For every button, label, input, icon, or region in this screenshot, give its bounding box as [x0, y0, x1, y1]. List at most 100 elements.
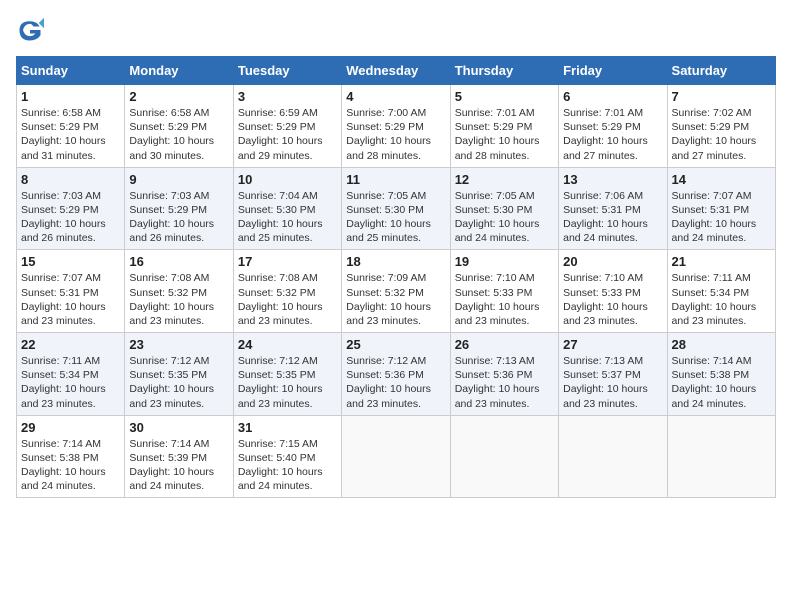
- day-info: Sunrise: 7:13 AMSunset: 5:37 PMDaylight:…: [563, 355, 648, 410]
- week-row-2: 8 Sunrise: 7:03 AMSunset: 5:29 PMDayligh…: [17, 167, 776, 250]
- calendar-cell: 27 Sunrise: 7:13 AMSunset: 5:37 PMDaylig…: [559, 333, 667, 416]
- calendar-cell: 3 Sunrise: 6:59 AMSunset: 5:29 PMDayligh…: [233, 85, 341, 168]
- day-number: 22: [21, 337, 120, 352]
- logo-icon: [16, 16, 44, 44]
- day-number: 21: [672, 254, 771, 269]
- day-number: 12: [455, 172, 554, 187]
- calendar-header: SundayMondayTuesdayWednesdayThursdayFrid…: [17, 57, 776, 85]
- day-info: Sunrise: 7:14 AMSunset: 5:38 PMDaylight:…: [672, 355, 757, 410]
- week-row-4: 22 Sunrise: 7:11 AMSunset: 5:34 PMDaylig…: [17, 333, 776, 416]
- header-thursday: Thursday: [450, 57, 558, 85]
- calendar-cell: 22 Sunrise: 7:11 AMSunset: 5:34 PMDaylig…: [17, 333, 125, 416]
- day-info: Sunrise: 7:05 AMSunset: 5:30 PMDaylight:…: [346, 190, 431, 245]
- day-info: Sunrise: 6:58 AMSunset: 5:29 PMDaylight:…: [129, 107, 214, 162]
- day-number: 14: [672, 172, 771, 187]
- header-wednesday: Wednesday: [342, 57, 450, 85]
- calendar-cell: 18 Sunrise: 7:09 AMSunset: 5:32 PMDaylig…: [342, 250, 450, 333]
- calendar-cell: 11 Sunrise: 7:05 AMSunset: 5:30 PMDaylig…: [342, 167, 450, 250]
- calendar-cell: 30 Sunrise: 7:14 AMSunset: 5:39 PMDaylig…: [125, 415, 233, 498]
- day-info: Sunrise: 7:10 AMSunset: 5:33 PMDaylight:…: [455, 272, 540, 327]
- day-info: Sunrise: 7:06 AMSunset: 5:31 PMDaylight:…: [563, 190, 648, 245]
- day-number: 29: [21, 420, 120, 435]
- calendar-cell: 15 Sunrise: 7:07 AMSunset: 5:31 PMDaylig…: [17, 250, 125, 333]
- calendar-cell: 20 Sunrise: 7:10 AMSunset: 5:33 PMDaylig…: [559, 250, 667, 333]
- calendar-cell: [667, 415, 775, 498]
- day-number: 1: [21, 89, 120, 104]
- calendar-cell: 7 Sunrise: 7:02 AMSunset: 5:29 PMDayligh…: [667, 85, 775, 168]
- day-info: Sunrise: 7:10 AMSunset: 5:33 PMDaylight:…: [563, 272, 648, 327]
- calendar-cell: [559, 415, 667, 498]
- day-number: 10: [238, 172, 337, 187]
- day-number: 6: [563, 89, 662, 104]
- day-number: 17: [238, 254, 337, 269]
- day-number: 13: [563, 172, 662, 187]
- calendar-cell: 4 Sunrise: 7:00 AMSunset: 5:29 PMDayligh…: [342, 85, 450, 168]
- calendar-cell: 25 Sunrise: 7:12 AMSunset: 5:36 PMDaylig…: [342, 333, 450, 416]
- day-info: Sunrise: 6:59 AMSunset: 5:29 PMDaylight:…: [238, 107, 323, 162]
- calendar-cell: 26 Sunrise: 7:13 AMSunset: 5:36 PMDaylig…: [450, 333, 558, 416]
- day-info: Sunrise: 7:03 AMSunset: 5:29 PMDaylight:…: [21, 190, 106, 245]
- calendar-cell: 6 Sunrise: 7:01 AMSunset: 5:29 PMDayligh…: [559, 85, 667, 168]
- header-sunday: Sunday: [17, 57, 125, 85]
- day-info: Sunrise: 7:12 AMSunset: 5:35 PMDaylight:…: [238, 355, 323, 410]
- day-number: 31: [238, 420, 337, 435]
- calendar-cell: 28 Sunrise: 7:14 AMSunset: 5:38 PMDaylig…: [667, 333, 775, 416]
- day-info: Sunrise: 7:07 AMSunset: 5:31 PMDaylight:…: [21, 272, 106, 327]
- calendar-cell: 23 Sunrise: 7:12 AMSunset: 5:35 PMDaylig…: [125, 333, 233, 416]
- day-number: 9: [129, 172, 228, 187]
- day-number: 5: [455, 89, 554, 104]
- header-monday: Monday: [125, 57, 233, 85]
- header-row: SundayMondayTuesdayWednesdayThursdayFrid…: [17, 57, 776, 85]
- day-number: 23: [129, 337, 228, 352]
- day-number: 25: [346, 337, 445, 352]
- day-info: Sunrise: 7:13 AMSunset: 5:36 PMDaylight:…: [455, 355, 540, 410]
- day-number: 18: [346, 254, 445, 269]
- day-info: Sunrise: 7:12 AMSunset: 5:35 PMDaylight:…: [129, 355, 214, 410]
- day-number: 20: [563, 254, 662, 269]
- calendar-cell: 24 Sunrise: 7:12 AMSunset: 5:35 PMDaylig…: [233, 333, 341, 416]
- day-number: 8: [21, 172, 120, 187]
- calendar-cell: 21 Sunrise: 7:11 AMSunset: 5:34 PMDaylig…: [667, 250, 775, 333]
- day-info: Sunrise: 7:03 AMSunset: 5:29 PMDaylight:…: [129, 190, 214, 245]
- calendar-cell: 13 Sunrise: 7:06 AMSunset: 5:31 PMDaylig…: [559, 167, 667, 250]
- day-info: Sunrise: 7:08 AMSunset: 5:32 PMDaylight:…: [238, 272, 323, 327]
- calendar-cell: [342, 415, 450, 498]
- week-row-3: 15 Sunrise: 7:07 AMSunset: 5:31 PMDaylig…: [17, 250, 776, 333]
- calendar-cell: 14 Sunrise: 7:07 AMSunset: 5:31 PMDaylig…: [667, 167, 775, 250]
- day-info: Sunrise: 7:04 AMSunset: 5:30 PMDaylight:…: [238, 190, 323, 245]
- day-number: 7: [672, 89, 771, 104]
- header-tuesday: Tuesday: [233, 57, 341, 85]
- day-info: Sunrise: 7:11 AMSunset: 5:34 PMDaylight:…: [672, 272, 757, 327]
- calendar-cell: 10 Sunrise: 7:04 AMSunset: 5:30 PMDaylig…: [233, 167, 341, 250]
- calendar-cell: 29 Sunrise: 7:14 AMSunset: 5:38 PMDaylig…: [17, 415, 125, 498]
- day-info: Sunrise: 7:00 AMSunset: 5:29 PMDaylight:…: [346, 107, 431, 162]
- header-saturday: Saturday: [667, 57, 775, 85]
- day-info: Sunrise: 7:15 AMSunset: 5:40 PMDaylight:…: [238, 438, 323, 493]
- day-number: 3: [238, 89, 337, 104]
- calendar-cell: 12 Sunrise: 7:05 AMSunset: 5:30 PMDaylig…: [450, 167, 558, 250]
- day-info: Sunrise: 7:14 AMSunset: 5:38 PMDaylight:…: [21, 438, 106, 493]
- day-number: 15: [21, 254, 120, 269]
- day-number: 16: [129, 254, 228, 269]
- day-number: 19: [455, 254, 554, 269]
- calendar-cell: 5 Sunrise: 7:01 AMSunset: 5:29 PMDayligh…: [450, 85, 558, 168]
- day-number: 27: [563, 337, 662, 352]
- day-info: Sunrise: 7:01 AMSunset: 5:29 PMDaylight:…: [563, 107, 648, 162]
- day-info: Sunrise: 7:08 AMSunset: 5:32 PMDaylight:…: [129, 272, 214, 327]
- logo: [16, 16, 48, 44]
- calendar-table: SundayMondayTuesdayWednesdayThursdayFrid…: [16, 56, 776, 498]
- calendar-cell: 17 Sunrise: 7:08 AMSunset: 5:32 PMDaylig…: [233, 250, 341, 333]
- day-number: 28: [672, 337, 771, 352]
- day-number: 24: [238, 337, 337, 352]
- day-info: Sunrise: 6:58 AMSunset: 5:29 PMDaylight:…: [21, 107, 106, 162]
- header-friday: Friday: [559, 57, 667, 85]
- day-info: Sunrise: 7:07 AMSunset: 5:31 PMDaylight:…: [672, 190, 757, 245]
- day-info: Sunrise: 7:02 AMSunset: 5:29 PMDaylight:…: [672, 107, 757, 162]
- calendar-cell: 9 Sunrise: 7:03 AMSunset: 5:29 PMDayligh…: [125, 167, 233, 250]
- calendar-cell: 31 Sunrise: 7:15 AMSunset: 5:40 PMDaylig…: [233, 415, 341, 498]
- day-info: Sunrise: 7:14 AMSunset: 5:39 PMDaylight:…: [129, 438, 214, 493]
- day-info: Sunrise: 7:12 AMSunset: 5:36 PMDaylight:…: [346, 355, 431, 410]
- day-info: Sunrise: 7:11 AMSunset: 5:34 PMDaylight:…: [21, 355, 106, 410]
- calendar-body: 1 Sunrise: 6:58 AMSunset: 5:29 PMDayligh…: [17, 85, 776, 498]
- calendar-cell: [450, 415, 558, 498]
